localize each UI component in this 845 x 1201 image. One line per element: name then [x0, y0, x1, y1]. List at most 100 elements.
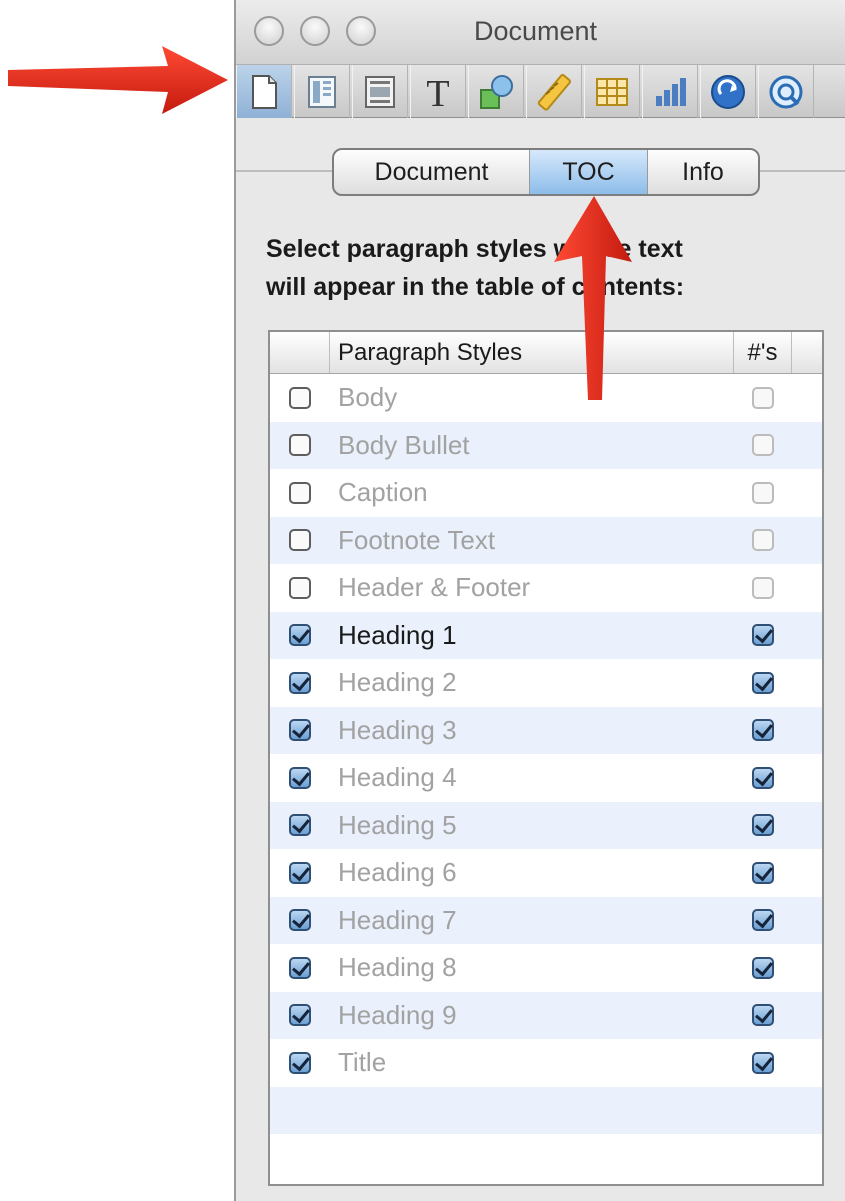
empty-table-row — [270, 1086, 822, 1134]
include-in-toc-checkbox[interactable] — [289, 1051, 311, 1074]
include-in-toc-checkbox[interactable] — [289, 956, 311, 979]
page-number-checkbox[interactable] — [752, 814, 774, 837]
chart-inspector-button[interactable] — [642, 65, 698, 118]
zoom-window-button[interactable] — [346, 16, 376, 46]
toc-instructions: Select paragraph styles whose text will … — [266, 235, 685, 301]
tab-info[interactable]: Info — [648, 150, 758, 194]
numbers-cell — [734, 766, 792, 789]
graphic-inspector-icon — [480, 74, 513, 109]
paragraph-style-name: Heading 5 — [338, 809, 457, 840]
include-in-toc-checkbox[interactable] — [289, 434, 311, 457]
include-in-toc-checkbox[interactable] — [289, 624, 311, 647]
annotation-arrow-right-icon — [8, 46, 228, 114]
table-row[interactable]: Body — [270, 374, 822, 422]
numbers-cell — [734, 956, 792, 979]
paragraph-style-name: Title — [338, 1047, 387, 1078]
table-inspector-button[interactable] — [584, 65, 640, 118]
quicktime-inspector-button[interactable] — [758, 65, 814, 118]
table-row[interactable]: Footnote Text — [270, 516, 822, 564]
layout-inspector-button[interactable] — [294, 65, 350, 118]
table-row[interactable]: Heading 6 — [270, 849, 822, 897]
wrap-inspector-icon — [365, 75, 395, 108]
tab-toc[interactable]: TOC — [530, 150, 648, 194]
close-window-button[interactable] — [254, 16, 284, 46]
paragraph-style-name: Heading 4 — [338, 762, 457, 793]
hyperlink-inspector-button[interactable] — [700, 65, 756, 118]
column-header-include[interactable] — [270, 332, 330, 373]
include-cell — [270, 861, 330, 884]
page-number-checkbox[interactable] — [752, 529, 774, 552]
document-inspector-button[interactable] — [236, 65, 292, 118]
paragraph-styles-table: Paragraph Styles #'s Body Body Bullet Capt… — [268, 330, 824, 1186]
table-row[interactable]: Heading 4 — [270, 754, 822, 802]
metrics-inspector-button[interactable] — [526, 65, 582, 118]
page-number-checkbox[interactable] — [752, 719, 774, 742]
numbers-cell — [734, 1004, 792, 1027]
table-row[interactable]: Heading 7 — [270, 896, 822, 944]
include-cell — [270, 529, 330, 552]
include-in-toc-checkbox[interactable] — [289, 481, 311, 504]
paragraph-style-name: Heading 6 — [338, 857, 457, 888]
table-row[interactable]: Heading 2 — [270, 659, 822, 707]
page-number-checkbox[interactable] — [752, 909, 774, 932]
page-number-checkbox[interactable] — [752, 671, 774, 694]
column-header-paragraph-styles[interactable]: Paragraph Styles — [330, 332, 734, 373]
table-body: Body Body Bullet Caption Footnote Text Heade… — [270, 374, 822, 1182]
include-in-toc-checkbox[interactable] — [289, 529, 311, 552]
table-row[interactable]: Heading 9 — [270, 991, 822, 1039]
hyperlink-inspector-icon — [711, 74, 745, 109]
paragraph-style-name: Caption — [338, 477, 428, 508]
table-row[interactable]: Title — [270, 1039, 822, 1087]
include-in-toc-checkbox[interactable] — [289, 1004, 311, 1027]
table-row[interactable]: Heading 1 — [270, 611, 822, 659]
table-header: Paragraph Styles #'s — [270, 332, 822, 374]
include-in-toc-checkbox[interactable] — [289, 671, 311, 694]
table-inspector-icon — [596, 77, 628, 106]
page-number-checkbox[interactable] — [752, 386, 774, 409]
include-in-toc-checkbox[interactable] — [289, 861, 311, 884]
page-number-checkbox[interactable] — [752, 956, 774, 979]
page-number-checkbox[interactable] — [752, 481, 774, 504]
page-number-checkbox[interactable] — [752, 1051, 774, 1074]
page-number-checkbox[interactable] — [752, 861, 774, 884]
page-number-checkbox[interactable] — [752, 766, 774, 789]
paragraph-style-name: Heading 7 — [338, 904, 457, 935]
table-row[interactable]: Heading 3 — [270, 706, 822, 754]
inspector-window: Document T Document TOC Info Select para… — [234, 0, 845, 1201]
table-row[interactable]: Heading 5 — [270, 801, 822, 849]
include-cell — [270, 1051, 330, 1074]
svg-text:T: T — [426, 73, 449, 112]
text-inspector-icon: T — [426, 73, 449, 112]
document-inspector-icon — [252, 74, 277, 109]
paragraph-style-name: Header & Footer — [338, 572, 531, 603]
include-in-toc-checkbox[interactable] — [289, 719, 311, 742]
include-in-toc-checkbox[interactable] — [289, 576, 311, 599]
include-cell — [270, 671, 330, 694]
include-cell — [270, 624, 330, 647]
table-row[interactable]: Heading 8 — [270, 944, 822, 992]
page-number-checkbox[interactable] — [752, 624, 774, 647]
wrap-inspector-button[interactable] — [352, 65, 408, 118]
include-cell — [270, 909, 330, 932]
include-in-toc-checkbox[interactable] — [289, 909, 311, 932]
numbers-cell — [734, 624, 792, 647]
page-number-checkbox[interactable] — [752, 1004, 774, 1027]
tab-document[interactable]: Document — [334, 150, 530, 194]
page-number-checkbox[interactable] — [752, 576, 774, 599]
paragraph-style-name: Footnote Text — [338, 524, 496, 555]
page-number-checkbox[interactable] — [752, 434, 774, 457]
numbers-cell — [734, 434, 792, 457]
graphic-inspector-button[interactable] — [468, 65, 524, 118]
table-row[interactable]: Header & Footer — [270, 564, 822, 612]
include-cell — [270, 481, 330, 504]
include-in-toc-checkbox[interactable] — [289, 386, 311, 409]
chart-inspector-icon — [656, 77, 686, 106]
text-inspector-button[interactable]: T — [410, 65, 466, 118]
table-row[interactable]: Body Bullet — [270, 421, 822, 469]
table-row[interactable]: Caption — [270, 469, 822, 517]
include-in-toc-checkbox[interactable] — [289, 766, 311, 789]
include-in-toc-checkbox[interactable] — [289, 814, 311, 837]
title-bar: Document — [236, 0, 845, 64]
minimize-window-button[interactable] — [300, 16, 330, 46]
column-header-numbers[interactable]: #'s — [734, 332, 792, 373]
